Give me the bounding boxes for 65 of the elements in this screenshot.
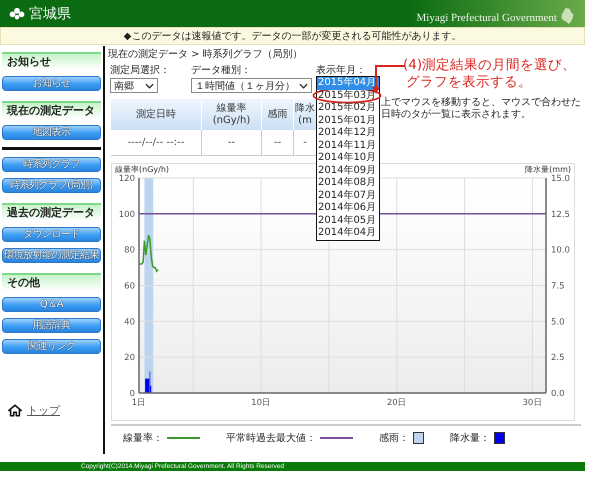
chevron-icon [145, 82, 154, 88]
legend-label: 線量率： [123, 432, 163, 445]
tick-label: 10日 [251, 398, 272, 408]
dropdown-option[interactable]: 2014年12月 [317, 127, 379, 140]
table-cell: -- [262, 130, 294, 156]
tick-label: 1日 [132, 398, 146, 408]
tick-label: 100 [118, 210, 135, 220]
filter-label: データ種別： [191, 65, 252, 77]
dropdown-option[interactable]: 2014年11月 [317, 140, 379, 152]
home-icon [8, 404, 22, 417]
dropdown-option[interactable]: 2014年05月 [317, 214, 379, 227]
dropdown-option[interactable]: 2014年06月 [317, 202, 379, 214]
column-header: 測定日時 [111, 99, 202, 130]
axis-title: 線量率(nGy/h) [115, 165, 170, 174]
flower-icon [8, 7, 26, 20]
dropdown-option[interactable]: 2014年09月 [317, 164, 379, 177]
home-link[interactable]: トップ [27, 403, 60, 418]
tick-label: 12.5 [551, 210, 570, 220]
section-heading: 過去の測定データ [2, 203, 101, 221]
series-line [139, 234, 159, 273]
dropdown-option[interactable]: 2015年02月 [317, 102, 379, 114]
dropdown-option[interactable]: 2014年10月 [317, 152, 379, 164]
tick-label: 10.0 [551, 246, 570, 256]
column-header: 感雨 [262, 99, 294, 130]
legend-label: 感雨： [379, 432, 409, 445]
tick-label: 120 [118, 174, 135, 184]
dropdown-option[interactable]: 2014年04月 [317, 227, 379, 240]
site-subtitle: Miyagi Prefectural Government [416, 12, 557, 26]
select-field[interactable]: １時間値（１ヶ月分） [191, 78, 312, 93]
annotation-text: (4)測定結果の月間を選び、 グラフを表示する。 [403, 57, 576, 91]
filter-label: 測定局選択： [110, 65, 171, 77]
tick-label: 80 [124, 246, 135, 256]
tick-label: 5.0 [551, 317, 565, 328]
tick-label: 0.0 [551, 389, 565, 399]
dropdown-option[interactable]: 2015年01月 [317, 114, 379, 127]
tick-label: 40 [124, 317, 135, 328]
help-text: 上でマウスを移動すると、マウスで合わせた日時のタが一覧に表示されます。 [381, 97, 581, 122]
tick-label: 7.5 [551, 282, 565, 292]
tick-label: 30日 [522, 398, 542, 408]
breadcrumb: 現在の測定データ > 時系列グラフ（局別） [108, 48, 304, 61]
table-cell: ----/--/-- --:-- [111, 130, 202, 156]
section-heading: その他 [2, 273, 101, 291]
site-title[interactable]: 宮城県 [29, 4, 71, 22]
filter-label: 表示年月： [316, 65, 366, 77]
section-heading: 現在の測定データ [2, 101, 101, 119]
table-cell: - [294, 130, 316, 156]
tick-label: 60 [124, 282, 135, 292]
section-heading: お知らせ [2, 52, 101, 70]
column-header: 降水 (m [294, 99, 316, 130]
tick-label: 2.5 [551, 353, 565, 364]
map-icon [559, 5, 575, 27]
tick-label: 0 [130, 389, 135, 399]
dropdown-option[interactable]: 2014年07月 [317, 190, 379, 202]
chevron-icon [299, 82, 308, 88]
dropdown-option[interactable]: 2014年08月 [317, 177, 379, 190]
select-field[interactable]: 南郷 [110, 78, 158, 93]
tick-label: 20 [124, 353, 135, 364]
axis-title: 降水量(mm) [525, 165, 571, 174]
legend-label: 降水量： [450, 432, 490, 445]
notice-text: ◆このデータは速報値です。データの一部が変更される可能性があります。 [0, 27, 585, 45]
tick-label: 20日 [386, 398, 407, 408]
column-header: 線量率 (nGy/h) [201, 99, 262, 130]
legend-label: 平常時過去最大値： [226, 432, 316, 445]
tick-label: 15.0 [551, 174, 570, 184]
table-cell: -- [201, 130, 262, 156]
